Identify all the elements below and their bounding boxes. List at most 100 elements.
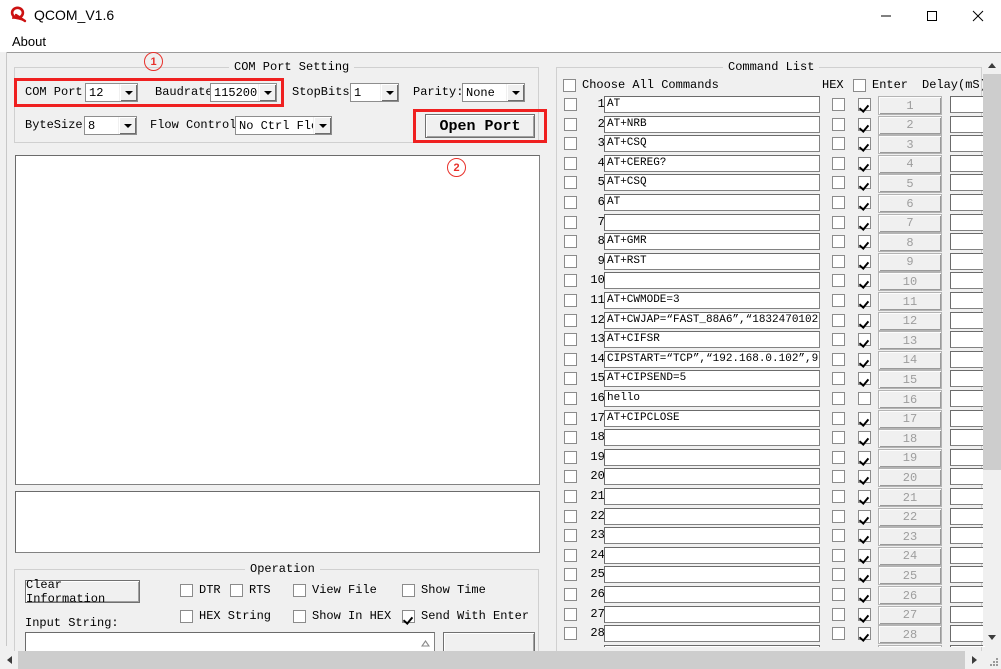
command-hex-checkbox[interactable] <box>832 529 845 543</box>
command-hex-checkbox[interactable] <box>832 411 845 425</box>
resize-grip-icon[interactable] <box>987 655 1000 668</box>
chevron-down-icon[interactable] <box>313 117 331 134</box>
view-file-checkbox-box[interactable] <box>293 583 306 597</box>
command-send-button[interactable]: 29 <box>878 644 942 647</box>
command-hex-checkbox[interactable] <box>832 568 845 582</box>
command-send-button[interactable]: 6 <box>878 194 942 213</box>
command-enter-checkbox[interactable] <box>858 215 871 229</box>
command-select-checkbox[interactable] <box>564 607 577 621</box>
command-hex-checkbox[interactable] <box>832 235 845 249</box>
command-input[interactable]: AT+CWMODE=3 <box>604 292 820 309</box>
maximize-icon[interactable] <box>909 0 955 31</box>
command-enter-checkbox[interactable] <box>858 490 871 503</box>
checkbox-rts[interactable]: RTS <box>230 583 271 597</box>
command-send-button[interactable]: 12 <box>878 311 942 331</box>
stopbits-select[interactable]: 1 <box>350 83 399 102</box>
baudrate-select[interactable]: 115200 <box>210 83 277 102</box>
command-enter-checkbox[interactable] <box>858 274 871 288</box>
command-input[interactable] <box>604 625 820 643</box>
command-select-checkbox[interactable] <box>564 490 577 503</box>
command-send-button[interactable]: 5 <box>878 174 942 194</box>
command-send-button[interactable]: 9 <box>878 252 942 272</box>
choose-all-checkbox-box[interactable] <box>563 78 576 92</box>
command-select-checkbox[interactable] <box>564 333 577 347</box>
command-send-button[interactable]: 25 <box>878 566 942 586</box>
command-hex-checkbox[interactable] <box>832 156 845 170</box>
com-port-select[interactable]: 12 <box>85 83 138 102</box>
send-with-enter-checkbox-box[interactable] <box>402 609 415 623</box>
command-send-button[interactable]: 7 <box>878 213 942 233</box>
command-hex-checkbox[interactable] <box>832 137 845 151</box>
command-hex-checkbox[interactable] <box>832 509 845 523</box>
command-select-checkbox[interactable] <box>564 470 577 484</box>
command-send-button[interactable]: 28 <box>878 625 942 645</box>
enter-header-checkbox-box[interactable] <box>853 78 866 92</box>
command-select-checkbox[interactable] <box>564 254 577 268</box>
command-delay-input[interactable] <box>950 370 985 388</box>
command-send-button[interactable]: 3 <box>878 135 942 155</box>
command-select-checkbox[interactable] <box>564 588 577 601</box>
command-enter-checkbox[interactable] <box>858 176 871 190</box>
command-hex-checkbox[interactable] <box>832 313 845 327</box>
command-delay-input[interactable] <box>950 527 985 545</box>
checkbox-view-file[interactable]: View File <box>293 583 377 597</box>
command-hex-checkbox[interactable] <box>832 607 845 621</box>
command-send-button[interactable]: 16 <box>878 390 942 409</box>
command-input[interactable]: AT+CSQ <box>604 174 820 192</box>
command-input[interactable]: AT <box>604 96 820 113</box>
command-input[interactable]: AT+RST <box>604 252 820 270</box>
command-input[interactable] <box>604 527 820 545</box>
command-input[interactable] <box>604 429 820 447</box>
command-input[interactable]: AT+CIPSEND=5 <box>604 370 820 388</box>
command-hex-checkbox[interactable] <box>832 196 845 209</box>
command-enter-checkbox[interactable] <box>858 470 871 484</box>
hex-string-checkbox-box[interactable] <box>180 609 193 623</box>
command-input[interactable] <box>604 586 820 603</box>
command-input[interactable] <box>604 448 820 466</box>
command-delay-input[interactable] <box>950 252 985 270</box>
choose-all-commands-checkbox[interactable]: Choose All Commands <box>563 78 719 92</box>
command-enter-checkbox[interactable] <box>858 607 871 621</box>
command-delay-input[interactable] <box>950 390 985 407</box>
command-delay-input[interactable] <box>950 429 985 447</box>
command-delay-input[interactable] <box>950 272 985 290</box>
command-delay-input[interactable] <box>950 546 985 564</box>
parity-select[interactable]: None <box>462 83 525 102</box>
chevron-down-icon[interactable] <box>506 84 524 101</box>
command-hex-checkbox[interactable] <box>832 254 845 268</box>
command-send-button[interactable]: 27 <box>878 605 942 625</box>
command-enter-checkbox[interactable] <box>858 196 871 209</box>
output-log-panel[interactable] <box>15 155 540 485</box>
command-input[interactable] <box>604 272 820 290</box>
command-hex-checkbox[interactable] <box>832 117 845 131</box>
command-hex-checkbox[interactable] <box>832 372 845 386</box>
command-select-checkbox[interactable] <box>564 98 577 111</box>
command-delay-input[interactable] <box>950 644 985 647</box>
command-hex-checkbox[interactable] <box>832 450 845 464</box>
command-hex-checkbox[interactable] <box>832 352 845 366</box>
scroll-up-icon[interactable] <box>418 636 432 650</box>
command-send-button[interactable]: 14 <box>878 350 942 370</box>
command-enter-checkbox[interactable] <box>858 372 871 386</box>
command-select-checkbox[interactable] <box>564 294 577 307</box>
command-select-checkbox[interactable] <box>564 411 577 425</box>
command-send-button[interactable]: 24 <box>878 546 942 566</box>
vertical-scrollbar-thumb[interactable] <box>983 74 1001 470</box>
command-delay-input[interactable] <box>950 409 985 427</box>
command-select-checkbox[interactable] <box>564 235 577 249</box>
command-send-button[interactable]: 11 <box>878 292 942 311</box>
command-hex-checkbox[interactable] <box>832 176 845 190</box>
command-send-button[interactable]: 13 <box>878 331 942 351</box>
command-input[interactable]: AT+CIFSR <box>604 331 820 349</box>
command-send-button[interactable]: 4 <box>878 154 942 174</box>
command-send-button[interactable]: 20 <box>878 468 942 488</box>
command-delay-input[interactable] <box>950 468 985 486</box>
command-delay-input[interactable] <box>950 311 985 329</box>
command-hex-checkbox[interactable] <box>832 588 845 601</box>
command-enter-checkbox[interactable] <box>858 137 871 151</box>
secondary-log-panel[interactable] <box>15 491 540 553</box>
command-hex-checkbox[interactable] <box>832 548 845 562</box>
command-send-button[interactable]: 15 <box>878 370 942 390</box>
command-delay-input[interactable] <box>950 625 985 643</box>
close-icon[interactable] <box>955 0 1001 31</box>
